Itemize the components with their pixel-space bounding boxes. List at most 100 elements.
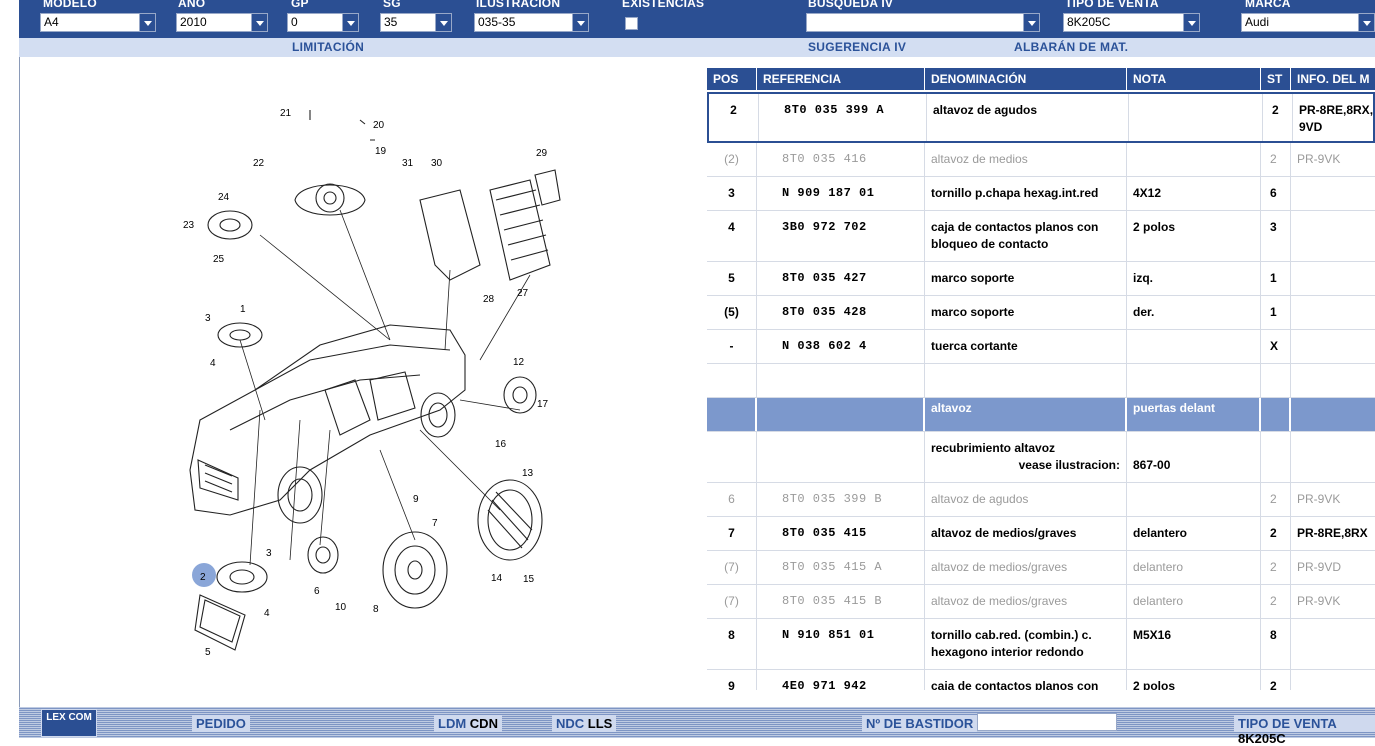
cell-pos: (7) xyxy=(707,585,757,618)
cell-pos: 6 xyxy=(707,483,757,516)
col-nota[interactable]: NOTA xyxy=(1127,68,1261,90)
chevron-down-icon[interactable] xyxy=(342,14,358,31)
cell-den-ref-link[interactable]: vease ilustracion: xyxy=(931,457,1120,474)
cell-nota xyxy=(1127,364,1261,397)
table-row[interactable]: (7) 8T0 035 415 B altavoz de medios/grav… xyxy=(707,585,1375,619)
cell-ref xyxy=(757,398,925,431)
cell-info xyxy=(1291,211,1375,261)
svg-text:10: 10 xyxy=(335,602,347,613)
pedido-button[interactable]: PEDIDO xyxy=(192,715,250,732)
table-row[interactable]: (7) 8T0 035 415 A altavoz de medios/grav… xyxy=(707,551,1375,585)
bastidor-input[interactable] xyxy=(977,713,1117,731)
cell-info xyxy=(1291,364,1375,397)
table-row[interactable]: 7 8T0 035 415 altavoz de medios/graves d… xyxy=(707,517,1375,551)
sub-header: LIMITACIÓN SUGERENCIA IV ALBARÁN DE MAT. xyxy=(19,38,1375,57)
table-row[interactable]: 3 N 909 187 01 tornillo p.chapa hexag.in… xyxy=(707,177,1375,211)
col-st[interactable]: ST xyxy=(1261,68,1291,90)
ilustracion-label: ILUSTRACION xyxy=(476,0,561,10)
svg-text:16: 16 xyxy=(495,439,507,450)
chevron-down-icon[interactable] xyxy=(251,14,267,31)
cell-info: PR-8RE,8RX, 9VD xyxy=(1293,94,1375,141)
albaran-link[interactable]: ALBARÁN DE MAT. xyxy=(1014,40,1128,54)
ndc-field[interactable]: NDC LLS xyxy=(552,715,617,732)
col-denominacion[interactable]: DENOMINACIÓN xyxy=(925,68,1127,90)
cell-info xyxy=(1291,330,1375,363)
marca-select[interactable]: Audi xyxy=(1241,13,1375,32)
cell-ref: 8T0 035 416 xyxy=(757,143,925,176)
table-row[interactable] xyxy=(707,364,1375,398)
footer-bar: LEX COM PEDIDO LDM CDN NDC LLS Nº DE BAS… xyxy=(19,707,1375,746)
ilustracion-select[interactable]: 035-35 xyxy=(474,13,589,32)
cell-ref: 8T0 035 399 B xyxy=(757,483,925,516)
chevron-down-icon[interactable] xyxy=(1358,14,1374,31)
cell-info xyxy=(1291,398,1375,431)
cell-st: 1 xyxy=(1261,296,1291,329)
table-row[interactable]: 9 4E0 971 942 caja de contactos planos c… xyxy=(707,670,1375,690)
cell-ref: N 910 851 01 xyxy=(757,619,925,669)
busqueda-select[interactable] xyxy=(806,13,1040,32)
filter-header: MODELO A4 AÑO 2010 GP 0 SG 35 ILUSTRACIO… xyxy=(19,0,1375,38)
svg-text:9: 9 xyxy=(413,494,419,505)
table-row[interactable]: 4 3B0 972 702 caja de contactos planos c… xyxy=(707,211,1375,262)
ldm-label: LDM xyxy=(438,716,467,731)
table-row[interactable]: (2) 8T0 035 416 altavoz de medios 2 PR-9… xyxy=(707,143,1375,177)
cell-ref: 8T0 035 399 A xyxy=(759,94,927,141)
svg-text:19: 19 xyxy=(375,146,387,157)
gp-select[interactable]: 0 xyxy=(287,13,359,32)
cell-st: 2 xyxy=(1261,483,1291,516)
table-header: POS REFERENCIA DENOMINACIÓN NOTA ST INFO… xyxy=(707,68,1375,90)
cell-den: altavoz de medios/graves xyxy=(925,551,1127,584)
table-row[interactable]: recubrimiento altavoz vease ilustracion:… xyxy=(707,432,1375,483)
sg-select[interactable]: 35 xyxy=(380,13,452,32)
chevron-down-icon[interactable] xyxy=(1023,14,1039,31)
existencias-checkbox[interactable] xyxy=(625,17,638,30)
cell-pos: (2) xyxy=(707,143,757,176)
svg-text:14: 14 xyxy=(491,573,503,584)
chevron-down-icon[interactable] xyxy=(1183,14,1199,31)
cell-den: marco soporte xyxy=(925,262,1127,295)
table-row[interactable]: 8 N 910 851 01 tornillo cab.red. (combin… xyxy=(707,619,1375,670)
cell-st: 2 xyxy=(1261,585,1291,618)
cell-pos xyxy=(707,364,757,397)
parts-illustration[interactable]: 212019 22 31 30 292423 252827 134 121716 1… xyxy=(160,90,580,670)
cell-st xyxy=(1261,432,1291,482)
cell-nota xyxy=(1127,330,1261,363)
limitacion-link[interactable]: LIMITACIÓN xyxy=(292,40,364,54)
cell-ref: 8T0 035 415 A xyxy=(757,551,925,584)
cell-st: 8 xyxy=(1261,619,1291,669)
cell-pos: 9 xyxy=(707,670,757,690)
cell-st: 2 xyxy=(1261,551,1291,584)
chevron-down-icon[interactable] xyxy=(572,14,588,31)
cell-pos: 8 xyxy=(707,619,757,669)
cell-den: altavoz de agudos xyxy=(925,483,1127,516)
table-row[interactable]: (5) 8T0 035 428 marco soporte der. 1 xyxy=(707,296,1375,330)
sugerencia-link[interactable]: SUGERENCIA IV xyxy=(808,40,906,54)
table-row[interactable]: - N 038 602 4 tuerca cortante X xyxy=(707,330,1375,364)
table-row[interactable]: 6 8T0 035 399 B altavoz de agudos 2 PR-9… xyxy=(707,483,1375,517)
ano-select[interactable]: 2010 xyxy=(176,13,268,32)
col-pos[interactable]: POS xyxy=(707,68,757,90)
ldm-field[interactable]: LDM CDN xyxy=(434,715,502,732)
cell-pos xyxy=(707,432,757,482)
col-referencia[interactable]: REFERENCIA xyxy=(757,68,925,90)
parts-table: POS REFERENCIA DENOMINACIÓN NOTA ST INFO… xyxy=(707,68,1375,690)
chevron-down-icon[interactable] xyxy=(435,14,451,31)
svg-text:3: 3 xyxy=(266,548,272,559)
cell-info xyxy=(1291,619,1375,669)
col-info[interactable]: INFO. DEL M xyxy=(1291,68,1375,90)
tipo-venta-select[interactable]: 8K205C xyxy=(1063,13,1200,32)
illustration-ref[interactable]: 867-00 xyxy=(1133,457,1254,474)
cell-den: caja de contactos planos con xyxy=(925,670,1127,690)
cell-st: 2 xyxy=(1261,517,1291,550)
cell-nota xyxy=(1127,483,1261,516)
table-row[interactable]: 2 8T0 035 399 A altavoz de agudos 2 PR-8… xyxy=(707,92,1375,143)
modelo-select[interactable]: A4 xyxy=(40,13,156,32)
cell-st: 2 xyxy=(1261,670,1291,690)
cell-pos: 2 xyxy=(709,94,759,141)
svg-text:29: 29 xyxy=(536,148,548,159)
chevron-down-icon[interactable] xyxy=(139,14,155,31)
svg-text:4: 4 xyxy=(210,358,216,369)
cell-ref: 4E0 971 942 xyxy=(757,670,925,690)
bastidor-label: Nº DE BASTIDOR xyxy=(862,715,978,732)
table-row[interactable]: 5 8T0 035 427 marco soporte izq. 1 xyxy=(707,262,1375,296)
